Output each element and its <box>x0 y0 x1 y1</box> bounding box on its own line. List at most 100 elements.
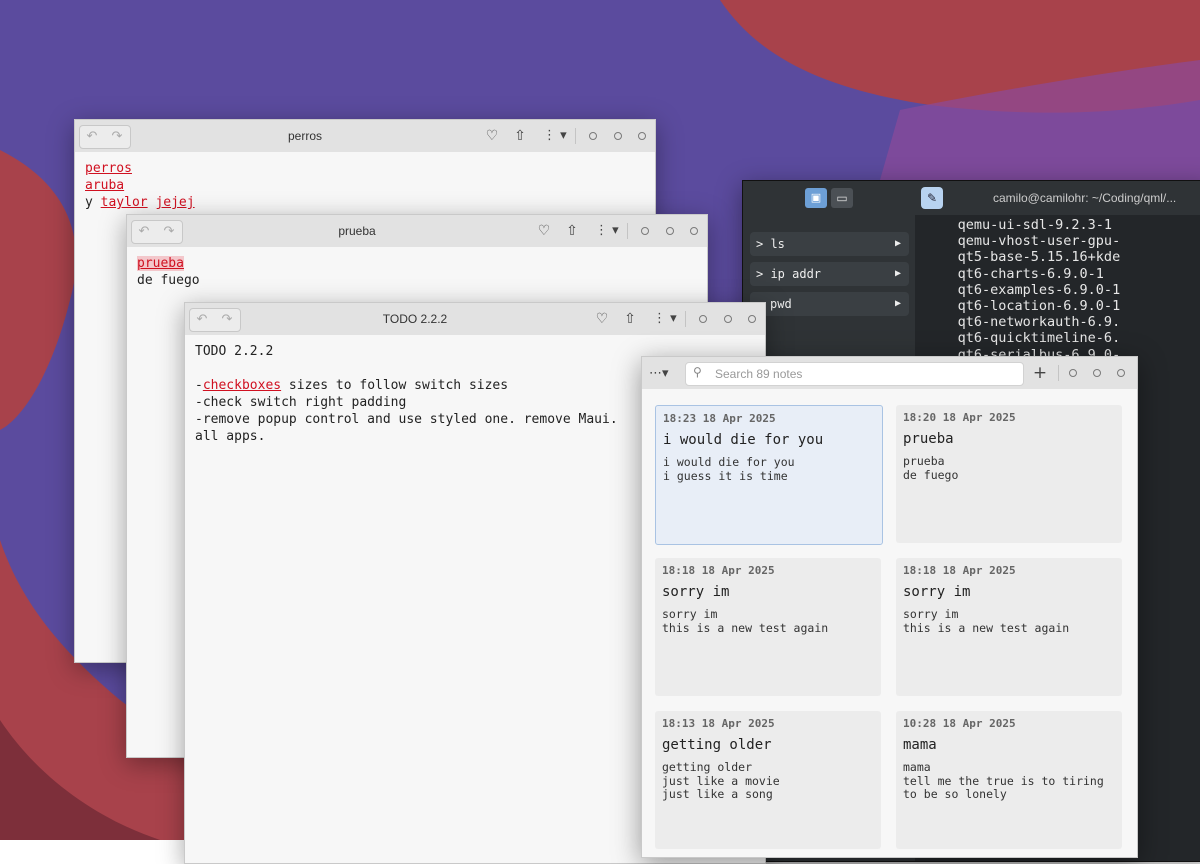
menu-button[interactable]: ⋮ ▾ <box>653 310 677 328</box>
notes-toolbar: ⋯▾ ⚲ Search 89 notes + <box>642 357 1137 389</box>
terminal-line: qt6-charts-6.9.0-1 <box>917 265 1104 282</box>
undo-icon[interactable]: ↶ <box>80 127 104 147</box>
maximize-button[interactable] <box>1093 369 1101 377</box>
search-icon: ⚲ <box>693 365 702 379</box>
note-date: 18:20 18 Apr 2025 <box>903 411 1016 424</box>
note-card[interactable]: 18:18 18 Apr 2025 sorry im sorry im this i… <box>896 558 1122 696</box>
search-field[interactable]: ⚲ Search 89 notes <box>685 362 1024 386</box>
search-placeholder: Search 89 notes <box>715 367 803 381</box>
titlebar: ↶ ↷ perros ♡ ⇧ ⋮ ▾ <box>75 120 655 152</box>
notes-app-window[interactable]: ⋯▾ ⚲ Search 89 notes + 18:23 18 Apr 2025… <box>641 356 1138 858</box>
heart-icon[interactable]: ♡ <box>535 222 553 240</box>
misspelled-word: perros <box>85 161 132 176</box>
terminal-line: qt6-quicktimeline-6. <box>917 330 1121 347</box>
close-button[interactable] <box>638 132 646 140</box>
editor-text[interactable]: perros aruba y taylor jejej <box>85 160 195 211</box>
terminal-line: qt6-examples-6.9.0-1 <box>917 281 1121 298</box>
command-label: > ip addr <box>756 267 822 281</box>
close-button[interactable] <box>690 227 698 235</box>
note-body: prueba de fuego <box>903 454 959 482</box>
command-pwd[interactable]: pwd ▶ <box>750 292 909 316</box>
play-icon: ▶ <box>894 268 901 279</box>
window-title: perros <box>287 129 322 143</box>
command-label: pwd <box>770 297 792 311</box>
terminal-title: camilo@camilohr: ~/Coding/qml/... <box>993 191 1177 205</box>
text-line: all apps. <box>195 429 266 444</box>
window-title: prueba <box>338 224 376 238</box>
undo-icon[interactable]: ↶ <box>132 222 156 242</box>
menu-button[interactable]: ⋮ ▾ <box>595 222 619 240</box>
note-card[interactable]: 10:28 18 Apr 2025 mama mama tell me the tr… <box>896 711 1122 849</box>
command-ls[interactable]: > ls ▶ <box>750 232 909 256</box>
note-title: getting older <box>662 737 772 753</box>
share-icon[interactable]: ⇧ <box>563 222 581 240</box>
text-fragment: - <box>195 378 203 393</box>
maximize-button[interactable] <box>724 315 732 323</box>
highlighted-word: prueba <box>137 256 184 271</box>
note-card[interactable]: 18:18 18 Apr 2025 sorry im sorry im this i… <box>655 558 881 696</box>
terminal-line: qt6-networkauth-6.9. <box>917 314 1121 331</box>
maximize-button[interactable] <box>614 132 622 140</box>
text-line: TODO 2.2.2 <box>195 344 274 359</box>
share-icon[interactable]: ⇧ <box>621 310 639 328</box>
minimize-button[interactable] <box>699 315 707 323</box>
maximize-button[interactable] <box>666 227 674 235</box>
misspelled-word: aruba <box>85 178 125 193</box>
files-view-icon[interactable]: ▭ <box>831 188 853 208</box>
titlebar: ↶ ↷ prueba ♡ ⇧ ⋮ ▾ <box>127 215 707 247</box>
more-options-icon[interactable]: ⋯▾ <box>649 365 669 383</box>
text-line: de fuego <box>137 273 200 288</box>
redo-icon[interactable]: ↷ <box>105 127 129 147</box>
misspelled-word: jejej <box>155 195 195 210</box>
note-card[interactable]: 18:13 18 Apr 2025 getting older getting ol… <box>655 711 881 849</box>
titlebar: ↶ ↷ TODO 2.2.2 ♡ ⇧ ⋮ ▾ <box>185 303 765 335</box>
terminal-line: qemu-ui-sdl-9.2.3-1 <box>917 217 1113 233</box>
close-button[interactable] <box>1117 369 1125 377</box>
minimize-button[interactable] <box>641 227 649 235</box>
note-body: mama tell me the true is to tiring to be… <box>903 760 1104 801</box>
close-button[interactable] <box>748 315 756 323</box>
note-date: 18:13 18 Apr 2025 <box>662 717 775 730</box>
separator <box>1058 365 1059 381</box>
note-body: sorry im this is a new test again <box>903 607 1070 635</box>
text-line: -check switch right padding <box>195 395 407 410</box>
command-label: > ls <box>756 237 785 251</box>
note-date: 10:28 18 Apr 2025 <box>903 717 1016 730</box>
redo-icon[interactable]: ↷ <box>157 222 181 242</box>
share-icon[interactable]: ⇧ <box>511 127 529 145</box>
play-icon: ▶ <box>894 298 901 309</box>
terminal-line: qemu-vhost-user-gpu- <box>917 233 1121 250</box>
undo-icon[interactable]: ↶ <box>190 310 214 330</box>
note-title: sorry im <box>662 584 730 600</box>
play-icon: ▶ <box>894 238 901 249</box>
note-card[interactable]: 18:23 18 Apr 2025 i would die for you i wo… <box>655 405 883 545</box>
window-title: TODO 2.2.2 <box>382 312 448 326</box>
misspelled-word: taylor <box>100 195 148 210</box>
note-date: 18:23 18 Apr 2025 <box>663 412 776 425</box>
editor-text[interactable]: prueba de fuego <box>137 255 200 289</box>
note-date: 18:18 18 Apr 2025 <box>662 564 775 577</box>
minimize-button[interactable] <box>1069 369 1077 377</box>
note-card[interactable]: 18:20 18 Apr 2025 prueba prueba de fuego <box>896 405 1122 543</box>
note-title: mama <box>903 737 937 753</box>
separator <box>575 128 576 144</box>
editor-text[interactable]: TODO 2.2.2 -checkboxes sizes to follow s… <box>195 343 618 445</box>
note-date: 18:18 18 Apr 2025 <box>903 564 1016 577</box>
text-fragment: sizes to follow switch sizes <box>281 378 509 393</box>
add-note-button[interactable]: + <box>1030 362 1050 384</box>
note-body: getting older just like a movie just lik… <box>662 760 780 801</box>
redo-icon[interactable]: ↷ <box>215 310 239 330</box>
minimize-button[interactable] <box>589 132 597 140</box>
terminal-view-icon[interactable]: ▣ <box>805 188 827 208</box>
heart-icon[interactable]: ♡ <box>483 127 501 145</box>
history-buttons: ↶ ↷ <box>189 308 241 332</box>
separator <box>627 223 628 239</box>
command-ip-addr[interactable]: > ip addr ▶ <box>750 262 909 286</box>
history-buttons: ↶ ↷ <box>131 220 183 244</box>
history-buttons: ↶ ↷ <box>79 125 131 149</box>
heart-icon[interactable]: ♡ <box>593 310 611 328</box>
note-body: i would die for you i guess it is time <box>663 455 795 483</box>
edit-pencil-icon[interactable]: ✎ <box>921 187 943 209</box>
menu-button[interactable]: ⋮ ▾ <box>543 127 567 145</box>
terminal-line: qt5-base-5.15.16+kde <box>917 249 1121 266</box>
